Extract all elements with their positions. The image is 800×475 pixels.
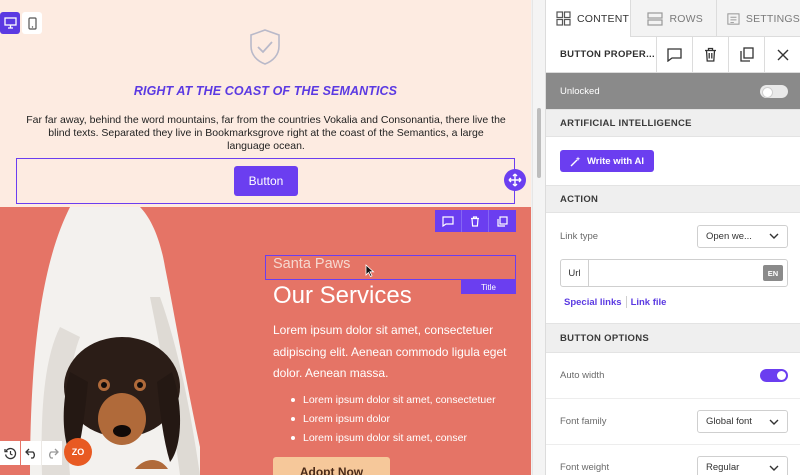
font-family-select[interactable]: Global font <box>697 410 788 433</box>
canvas-scrollbar[interactable] <box>532 0 545 475</box>
adopt-now-button[interactable]: Adopt Now <box>273 457 390 475</box>
lock-toggle[interactable] <box>760 84 788 98</box>
url-input[interactable] <box>589 260 763 286</box>
write-with-ai-button[interactable]: Write with AI <box>560 150 654 172</box>
trash-icon <box>705 47 716 62</box>
row-duplicate-button[interactable] <box>489 210 516 232</box>
row-comment-button[interactable] <box>435 210 462 232</box>
auto-width-label: Auto width <box>560 370 605 381</box>
lock-status-bar: Unlocked <box>546 73 800 109</box>
ai-section: Write with AI <box>546 137 800 185</box>
history-toolbar <box>0 440 62 466</box>
dog-in-blanket-image <box>30 207 200 475</box>
auto-width-row: Auto width <box>546 353 800 399</box>
delete-button[interactable] <box>692 36 728 73</box>
action-section-heading: ACTION <box>546 185 800 213</box>
mouse-cursor-icon <box>365 264 375 277</box>
tab-settings[interactable]: SETTINGS <box>717 0 800 37</box>
duplicate-button[interactable] <box>728 36 764 73</box>
list-item: Lorem ipsum dolor sit amet, conser <box>287 430 517 449</box>
tab-settings-label: SETTINGS <box>745 12 800 25</box>
settings-icon <box>727 12 740 25</box>
comment-icon <box>442 215 454 227</box>
url-language-badge[interactable]: EN <box>763 265 783 281</box>
redo-button[interactable] <box>42 441 62 465</box>
link-type-value: Open we... <box>706 230 752 242</box>
redo-icon <box>48 448 59 459</box>
link-type-row: Link type Open we... <box>546 213 800 259</box>
write-with-ai-label: Write with AI <box>587 155 644 167</box>
canvas-scroll-thumb[interactable] <box>537 108 541 178</box>
device-toggle <box>0 12 42 34</box>
shield-check-icon <box>250 29 280 65</box>
duplicate-icon <box>497 215 508 227</box>
magic-wand-icon <box>570 156 581 166</box>
list-item: Lorem ipsum dolor sit amet, consectetuer <box>287 392 517 411</box>
mobile-view-button[interactable] <box>22 12 42 34</box>
button-options-heading: BUTTON OPTIONS <box>546 323 800 353</box>
close-button[interactable] <box>764 36 800 73</box>
link-file-link[interactable]: Link file <box>631 297 667 308</box>
link-options: Special links Link file <box>546 287 800 317</box>
section-body-text: Far far away, behind the word mountains,… <box>26 114 506 152</box>
tab-rows[interactable]: ROWS <box>631 0 717 37</box>
services-list: Lorem ipsum dolor sit amet, consectetuer… <box>287 392 517 449</box>
editor-canvas[interactable]: RIGHT AT THE COAST OF THE SEMANTICS Far … <box>0 0 545 475</box>
button-preview[interactable]: Button <box>234 166 298 196</box>
font-weight-row: Font weight Regular <box>546 445 800 475</box>
chevron-down-icon <box>769 419 779 425</box>
tab-rows-label: ROWS <box>669 12 703 25</box>
properties-panel: CONTENT ROWS SETTINGS BUTTON PROPER... U… <box>545 0 800 475</box>
desktop-icon <box>3 17 17 29</box>
undo-button[interactable] <box>21 441 41 465</box>
mobile-icon <box>27 16 37 30</box>
desktop-view-button[interactable] <box>0 12 20 34</box>
panel-tabs: CONTENT ROWS SETTINGS <box>546 0 800 37</box>
properties-title: BUTTON PROPER... <box>560 49 655 60</box>
link-type-label: Link type <box>560 230 599 242</box>
services-paragraph: Lorem ipsum dolor sit amet, consectetuer… <box>273 323 507 380</box>
row-toolbar <box>435 210 516 232</box>
comment-button[interactable] <box>656 36 692 73</box>
link-type-select[interactable]: Open we... <box>697 224 788 248</box>
history-icon <box>3 447 16 459</box>
grid-icon <box>556 11 571 26</box>
ai-section-heading: ARTIFICIAL INTELLIGENCE <box>546 109 800 137</box>
comment-icon <box>667 47 682 62</box>
move-arrows-icon <box>508 173 522 187</box>
font-family-row: Font family Global font <box>546 399 800 445</box>
move-handle[interactable] <box>504 169 526 191</box>
undo-icon <box>24 448 35 459</box>
list-item: Lorem ipsum dolor <box>287 411 517 430</box>
rows-icon <box>647 11 664 26</box>
tab-content-label: CONTENT <box>577 12 630 25</box>
lock-status-label: Unlocked <box>560 85 600 97</box>
close-icon <box>777 49 788 60</box>
divider <box>625 296 627 308</box>
section-title: RIGHT AT THE COAST OF THE SEMANTICS <box>133 84 398 98</box>
tab-content[interactable]: CONTENT <box>546 0 632 37</box>
row-delete-button[interactable] <box>462 210 489 232</box>
font-family-label: Font family <box>560 416 607 427</box>
font-weight-label: Font weight <box>560 462 610 473</box>
url-label: Url <box>561 260 589 286</box>
chevron-down-icon <box>769 233 779 239</box>
services-heading: Our Services <box>273 282 412 309</box>
url-field: Url EN <box>560 259 788 287</box>
user-avatar[interactable]: ZO <box>64 438 92 466</box>
title-hover-outline[interactable] <box>265 255 516 280</box>
trash-icon <box>471 215 479 227</box>
auto-width-toggle[interactable] <box>760 369 788 382</box>
duplicate-icon <box>739 47 754 62</box>
properties-header: BUTTON PROPER... <box>546 36 800 73</box>
chevron-down-icon <box>769 465 779 471</box>
font-weight-value: Regular <box>706 462 740 473</box>
font-family-value: Global font <box>706 416 752 427</box>
font-weight-select[interactable]: Regular <box>697 456 788 475</box>
history-button[interactable] <box>0 441 20 465</box>
special-links-link[interactable]: Special links <box>564 297 622 308</box>
title-block-tag: Title <box>461 280 516 294</box>
